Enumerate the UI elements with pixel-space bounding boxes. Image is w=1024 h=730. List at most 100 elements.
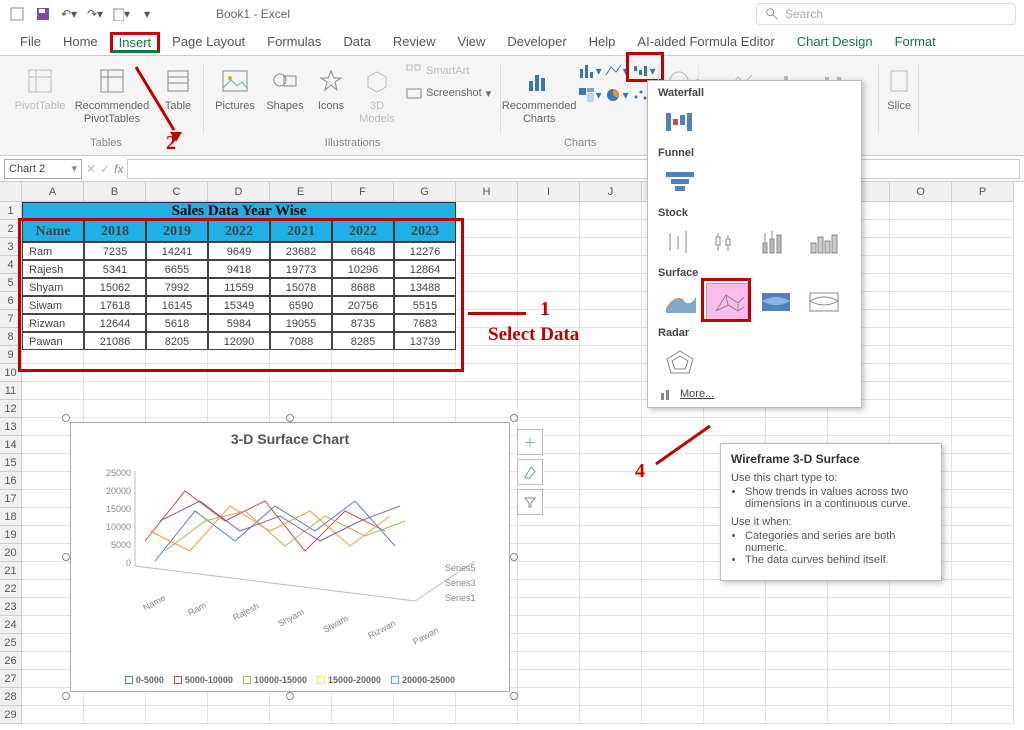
col-g[interactable]: G: [394, 182, 456, 202]
fx-icon[interactable]: fx: [114, 162, 123, 176]
chart-filter-button[interactable]: [517, 489, 543, 515]
recommended-charts-button[interactable]: Recommended Charts: [503, 60, 575, 134]
funnel-option[interactable]: [658, 163, 702, 201]
autosave-off-icon[interactable]: [8, 5, 26, 23]
row-header[interactable]: 24: [0, 616, 22, 634]
stock-option-4[interactable]: [802, 223, 846, 261]
tab-developer[interactable]: Developer: [497, 30, 576, 55]
icons-button[interactable]: Icons: [310, 60, 352, 134]
waterfall-chart-icon[interactable]: ▾: [631, 60, 656, 82]
enter-icon[interactable]: ✓: [100, 162, 110, 176]
stock-option-2[interactable]: [706, 223, 750, 261]
tooltip-title: Wireframe 3-D Surface: [731, 452, 931, 466]
select-all-corner[interactable]: [0, 182, 22, 202]
col-o[interactable]: O: [890, 182, 952, 202]
row-header[interactable]: 18: [0, 508, 22, 526]
touch-mode-icon[interactable]: ▾: [112, 5, 130, 23]
tab-help[interactable]: Help: [579, 30, 626, 55]
qat-more-icon[interactable]: ▾: [138, 5, 156, 23]
col-j[interactable]: J: [580, 182, 642, 202]
save-icon[interactable]: [34, 5, 52, 23]
contour-option[interactable]: [754, 283, 798, 321]
row-header[interactable]: 16: [0, 472, 22, 490]
more-charts-link[interactable]: More...: [658, 387, 851, 401]
tab-review[interactable]: Review: [383, 30, 446, 55]
ribbon-tabs: File Home Insert Page Layout Formulas Da…: [0, 28, 1024, 56]
row-header[interactable]: 19: [0, 526, 22, 544]
row-header[interactable]: 26: [0, 652, 22, 670]
hierarchy-chart-icon[interactable]: ▾: [577, 84, 602, 106]
column-chart-icon[interactable]: ▾: [577, 60, 602, 82]
row-header[interactable]: 12: [0, 400, 22, 418]
search-placeholder: Search: [785, 7, 823, 21]
radar-option[interactable]: [658, 343, 702, 381]
wireframe-contour-option[interactable]: [802, 283, 846, 321]
col-e[interactable]: E: [270, 182, 332, 202]
row-header[interactable]: 25: [0, 634, 22, 652]
screenshot-button[interactable]: Screenshot ▾: [402, 82, 495, 104]
row-header[interactable]: 13: [0, 418, 22, 436]
annot-4: 4: [635, 460, 645, 483]
wireframe-3d-surface-option[interactable]: [706, 283, 750, 321]
col-i[interactable]: I: [518, 182, 580, 202]
tab-file[interactable]: File: [10, 30, 51, 55]
undo-icon[interactable]: ↶▾: [60, 5, 78, 23]
col-a[interactable]: A: [22, 182, 84, 202]
col-d[interactable]: D: [208, 182, 270, 202]
slicer-button[interactable]: Slice: [881, 60, 917, 134]
tab-chart-design[interactable]: Chart Design: [787, 30, 883, 55]
tab-view[interactable]: View: [447, 30, 495, 55]
row-header[interactable]: 27: [0, 670, 22, 688]
menu-surface-label: Surface: [658, 267, 851, 279]
chart-elements-button[interactable]: ＋: [517, 429, 543, 455]
stock-option-3[interactable]: [754, 223, 798, 261]
table-button[interactable]: Table: [158, 60, 198, 134]
svg-text:25000: 25000: [106, 468, 131, 478]
tab-insert[interactable]: Insert: [110, 32, 161, 53]
redo-icon[interactable]: ↷▾: [86, 5, 104, 23]
chart-styles-button[interactable]: [517, 459, 543, 485]
tab-data[interactable]: Data: [333, 30, 380, 55]
col-h[interactable]: H: [456, 182, 518, 202]
waterfall-option[interactable]: [658, 103, 702, 141]
namebox[interactable]: Chart 2▾: [4, 159, 82, 179]
pictures-button[interactable]: Pictures: [210, 60, 260, 134]
surface-3d-option[interactable]: [658, 283, 702, 321]
recommended-pivottables-button[interactable]: Recommended PivotTables: [68, 60, 156, 134]
pivottable-button[interactable]: PivotTable: [14, 60, 66, 134]
formula-input[interactable]: [127, 159, 1020, 179]
row-header[interactable]: 20: [0, 544, 22, 562]
tooltip-p2: Use it when:: [731, 516, 931, 528]
row-header[interactable]: 11: [0, 382, 22, 400]
tab-format[interactable]: Format: [885, 30, 946, 55]
col-b[interactable]: B: [84, 182, 146, 202]
shapes-button[interactable]: Shapes: [262, 60, 308, 134]
row-header[interactable]: 23: [0, 598, 22, 616]
3d-models-button[interactable]: 3D Models: [354, 60, 400, 134]
row-header[interactable]: 14: [0, 436, 22, 454]
row-header[interactable]: 17: [0, 490, 22, 508]
tab-page-layout[interactable]: Page Layout: [162, 30, 255, 55]
row-header[interactable]: 28: [0, 688, 22, 706]
quick-access-toolbar: ↶▾ ↷▾ ▾ ▾: [8, 5, 156, 23]
stock-option-1[interactable]: [658, 223, 702, 261]
chart-object[interactable]: 3-D Surface Chart 25000 20000 15000 1000…: [70, 422, 510, 692]
tab-home[interactable]: Home: [53, 30, 108, 55]
search-icon: [765, 7, 779, 21]
svg-text:20000: 20000: [106, 486, 131, 496]
col-c[interactable]: C: [146, 182, 208, 202]
cancel-icon[interactable]: ✕: [86, 162, 96, 176]
row-header[interactable]: 15: [0, 454, 22, 472]
formula-bar: Chart 2▾ ✕ ✓ fx: [0, 156, 1024, 182]
tab-formulas[interactable]: Formulas: [257, 30, 331, 55]
row-header[interactable]: 21: [0, 562, 22, 580]
pie-chart-icon[interactable]: ▾: [604, 84, 629, 106]
row-header[interactable]: 29: [0, 706, 22, 724]
smartart-button[interactable]: SmartArt: [402, 60, 495, 82]
col-p[interactable]: P: [952, 182, 1014, 202]
row-header[interactable]: 22: [0, 580, 22, 598]
col-f[interactable]: F: [332, 182, 394, 202]
search-input[interactable]: Search: [756, 3, 1016, 25]
chart-title[interactable]: 3-D Surface Chart: [71, 423, 509, 451]
selection-box: [18, 218, 464, 372]
